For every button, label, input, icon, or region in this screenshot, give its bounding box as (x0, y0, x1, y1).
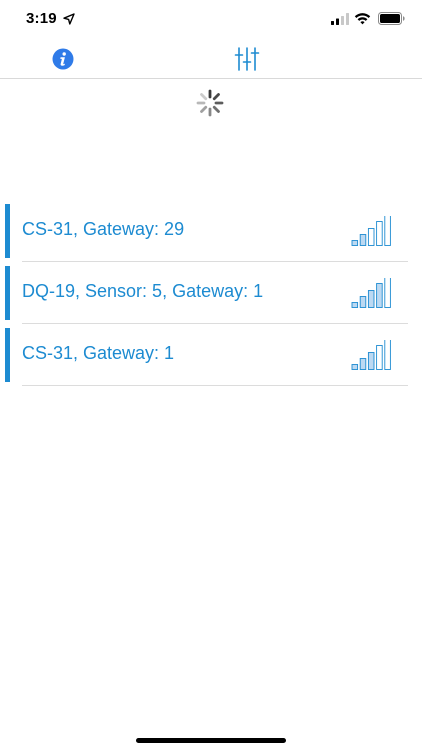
signal-bar (367, 228, 375, 246)
home-indicator (136, 738, 286, 743)
sliders-icon[interactable] (234, 47, 260, 71)
info-icon[interactable] (52, 48, 74, 70)
signal-bar (359, 296, 367, 308)
row-accent-bar (5, 328, 10, 382)
signal-bar (351, 364, 359, 370)
activity-spinner-icon (196, 89, 224, 117)
device-list: CS-31, Gateway: 29 DQ-19, Sensor: 5, Gat… (0, 200, 422, 386)
signal-strength-icon (351, 216, 391, 246)
list-item[interactable]: CS-31, Gateway: 1 (0, 324, 422, 386)
signal-bar (376, 345, 383, 370)
toolbar (0, 40, 422, 79)
row-accent-bar (5, 204, 10, 258)
signal-bar (359, 358, 367, 370)
battery-icon (378, 12, 405, 25)
signal-bar (384, 216, 391, 246)
location-arrow-icon (63, 13, 75, 25)
status-time: 3:19 (26, 10, 57, 27)
status-bar: 3:19 (0, 0, 422, 40)
cellular-signal-icon (331, 13, 349, 25)
row-accent-bar (5, 266, 10, 320)
signal-bar (367, 290, 375, 308)
list-item[interactable]: DQ-19, Sensor: 5, Gateway: 1 (0, 262, 422, 324)
device-label: CS-31, Gateway: 1 (22, 343, 175, 363)
signal-bar (359, 234, 367, 246)
signal-bar (384, 340, 391, 370)
signal-bar (351, 240, 359, 246)
row-divider (22, 385, 408, 386)
list-item[interactable]: CS-31, Gateway: 29 (0, 200, 422, 262)
signal-strength-icon (351, 278, 391, 308)
signal-bar (384, 278, 391, 308)
wifi-icon (354, 13, 371, 25)
device-label: CS-31, Gateway: 29 (22, 219, 185, 239)
signal-bar (351, 302, 359, 308)
device-label: DQ-19, Sensor: 5, Gateway: 1 (22, 281, 264, 301)
signal-bar (376, 283, 383, 308)
signal-bar (367, 352, 375, 370)
signal-bar (376, 221, 383, 246)
signal-strength-icon (351, 340, 391, 370)
